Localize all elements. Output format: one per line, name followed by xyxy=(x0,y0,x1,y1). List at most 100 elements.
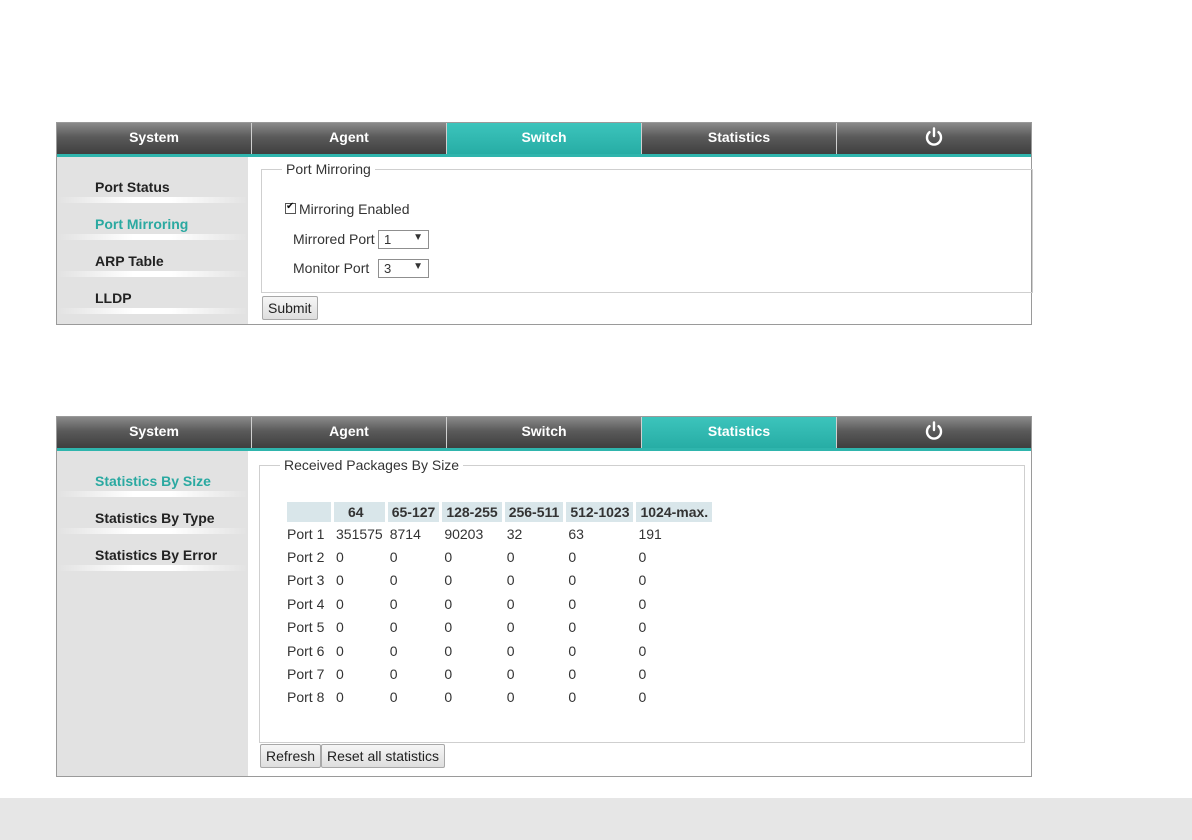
tab-agent[interactable]: Agent xyxy=(252,417,447,448)
column-header: 65-127 xyxy=(387,502,440,522)
top-nav-tabs: System Agent Switch Statistics xyxy=(57,123,1031,157)
table-cell: 191 xyxy=(638,525,662,542)
table-cell: 0 xyxy=(638,666,647,683)
monitor-port-select[interactable]: 3 ▼ xyxy=(378,259,429,278)
table-row: Port 4 0 0 0 0 0 0 xyxy=(287,592,712,615)
statistics-panel: System Agent Switch Statistics Statistic… xyxy=(56,416,1032,777)
port-mirroring-panel: System Agent Switch Statistics Port Stat… xyxy=(56,122,1033,325)
table-cell: 0 xyxy=(389,572,398,589)
table-cell: 0 xyxy=(568,549,577,566)
table-cell: 0 xyxy=(336,689,344,706)
table-cell: 0 xyxy=(389,619,398,636)
table-cell: Port 3 xyxy=(287,572,325,589)
logout-button[interactable] xyxy=(837,417,1031,448)
sidebar-item-port-status[interactable]: Port Status xyxy=(57,173,248,203)
mirrored-port-select[interactable]: 1 ▼ xyxy=(378,230,429,249)
power-icon xyxy=(925,127,943,146)
column-header: 256-511 xyxy=(504,502,564,522)
sidebar-item-arp-table[interactable]: ARP Table xyxy=(57,247,248,277)
table-cell: Port 2 xyxy=(287,549,325,566)
table-cell: 0 xyxy=(568,642,577,659)
table-cell: 0 xyxy=(506,549,515,566)
table-cell: 0 xyxy=(389,595,398,612)
column-header xyxy=(287,502,331,522)
tab-statistics[interactable]: Statistics xyxy=(642,123,837,154)
sidebar: Statistics By Size Statistics By Type St… xyxy=(57,451,248,776)
tab-system[interactable]: System xyxy=(57,123,252,154)
sidebar-item-lldp[interactable]: LLDP xyxy=(57,284,248,314)
table-cell: 0 xyxy=(506,642,515,659)
port-mirroring-group: Port Mirroring xyxy=(261,161,1033,293)
table-cell: 0 xyxy=(444,549,453,566)
table-cell: 0 xyxy=(444,619,453,636)
submit-button[interactable]: Submit xyxy=(262,296,318,320)
table-cell: 90203 xyxy=(444,525,484,542)
table-cell: 0 xyxy=(638,642,647,659)
sidebar-item-label: Port Status xyxy=(95,179,170,195)
power-icon xyxy=(925,421,943,440)
table-row: Port 1 351575 8714 90203 32 63 191 xyxy=(287,522,712,545)
tab-statistics[interactable]: Statistics xyxy=(642,417,837,448)
table-cell: Port 5 xyxy=(287,619,325,636)
table-cell: 0 xyxy=(568,619,577,636)
table-cell: 0 xyxy=(444,572,453,589)
monitor-port-value: 3 xyxy=(384,261,392,276)
top-nav-tabs: System Agent Switch Statistics xyxy=(57,417,1031,451)
table-cell: 0 xyxy=(638,572,647,589)
table-cell: 0 xyxy=(638,595,647,612)
table-cell: 0 xyxy=(336,572,344,589)
table-cell: 0 xyxy=(638,619,647,636)
table-cell: Port 1 xyxy=(287,525,325,542)
table-cell: 0 xyxy=(389,549,398,566)
sidebar-item-label: LLDP xyxy=(95,290,132,306)
table-cell: Port 4 xyxy=(287,595,325,612)
table-cell: 0 xyxy=(389,689,398,706)
table-cell: 0 xyxy=(444,595,453,612)
sidebar-item-statistics-by-type[interactable]: Statistics By Type xyxy=(57,504,248,534)
table-row: Port 7 0 0 0 0 0 0 xyxy=(287,662,712,685)
table-row: Port 2 0 0 0 0 0 0 xyxy=(287,545,712,568)
table-cell: 63 xyxy=(568,525,584,542)
table-row: Port 6 0 0 0 0 0 0 xyxy=(287,639,712,662)
table-cell: 0 xyxy=(568,689,577,706)
mirrored-port-label: Mirrored Port xyxy=(293,231,375,247)
table-cell: 0 xyxy=(389,666,398,683)
footer-bar xyxy=(0,798,1192,840)
tab-system[interactable]: System xyxy=(57,417,252,448)
sidebar: Port Status Port Mirroring ARP Table LLD… xyxy=(57,157,248,324)
sidebar-item-statistics-by-error[interactable]: Statistics By Error xyxy=(57,541,248,571)
logout-button[interactable] xyxy=(837,123,1031,154)
table-cell: 0 xyxy=(638,549,647,566)
column-header: 64 xyxy=(334,502,385,522)
sidebar-divider xyxy=(57,491,248,497)
tab-switch[interactable]: Switch xyxy=(447,123,642,154)
sidebar-item-port-mirroring[interactable]: Port Mirroring xyxy=(57,210,248,240)
sidebar-divider xyxy=(57,234,248,240)
table-cell: 0 xyxy=(336,595,344,612)
table-cell: 351575 xyxy=(336,525,383,542)
table-cell: 0 xyxy=(336,666,344,683)
table-cell: 8714 xyxy=(389,525,421,542)
sidebar-item-label: Statistics By Size xyxy=(95,473,211,489)
table-row: Port 3 0 0 0 0 0 0 xyxy=(287,569,712,592)
table-cell: 0 xyxy=(336,642,344,659)
monitor-port-label: Monitor Port xyxy=(293,260,370,276)
table-cell: 0 xyxy=(506,689,515,706)
column-header: 1024-max. xyxy=(636,502,713,522)
sidebar-divider xyxy=(57,271,248,277)
table-cell: 32 xyxy=(506,525,523,542)
table-cell: 0 xyxy=(444,642,453,659)
sidebar-item-statistics-by-size[interactable]: Statistics By Size xyxy=(57,467,248,497)
table-cell: Port 7 xyxy=(287,666,325,683)
table-cell: 0 xyxy=(389,642,398,659)
mirrored-port-value: 1 xyxy=(384,232,392,247)
sidebar-item-label: Statistics By Type xyxy=(95,510,215,526)
group-title: Received Packages By Size xyxy=(284,457,460,473)
tab-switch[interactable]: Switch xyxy=(447,417,642,448)
mirroring-enabled-checkbox[interactable] xyxy=(285,201,296,214)
table-cell: 0 xyxy=(336,549,344,566)
reset-statistics-button[interactable]: Reset all statistics xyxy=(321,744,446,768)
refresh-button[interactable]: Refresh xyxy=(260,744,322,768)
sidebar-divider xyxy=(57,528,248,534)
tab-agent[interactable]: Agent xyxy=(252,123,447,154)
